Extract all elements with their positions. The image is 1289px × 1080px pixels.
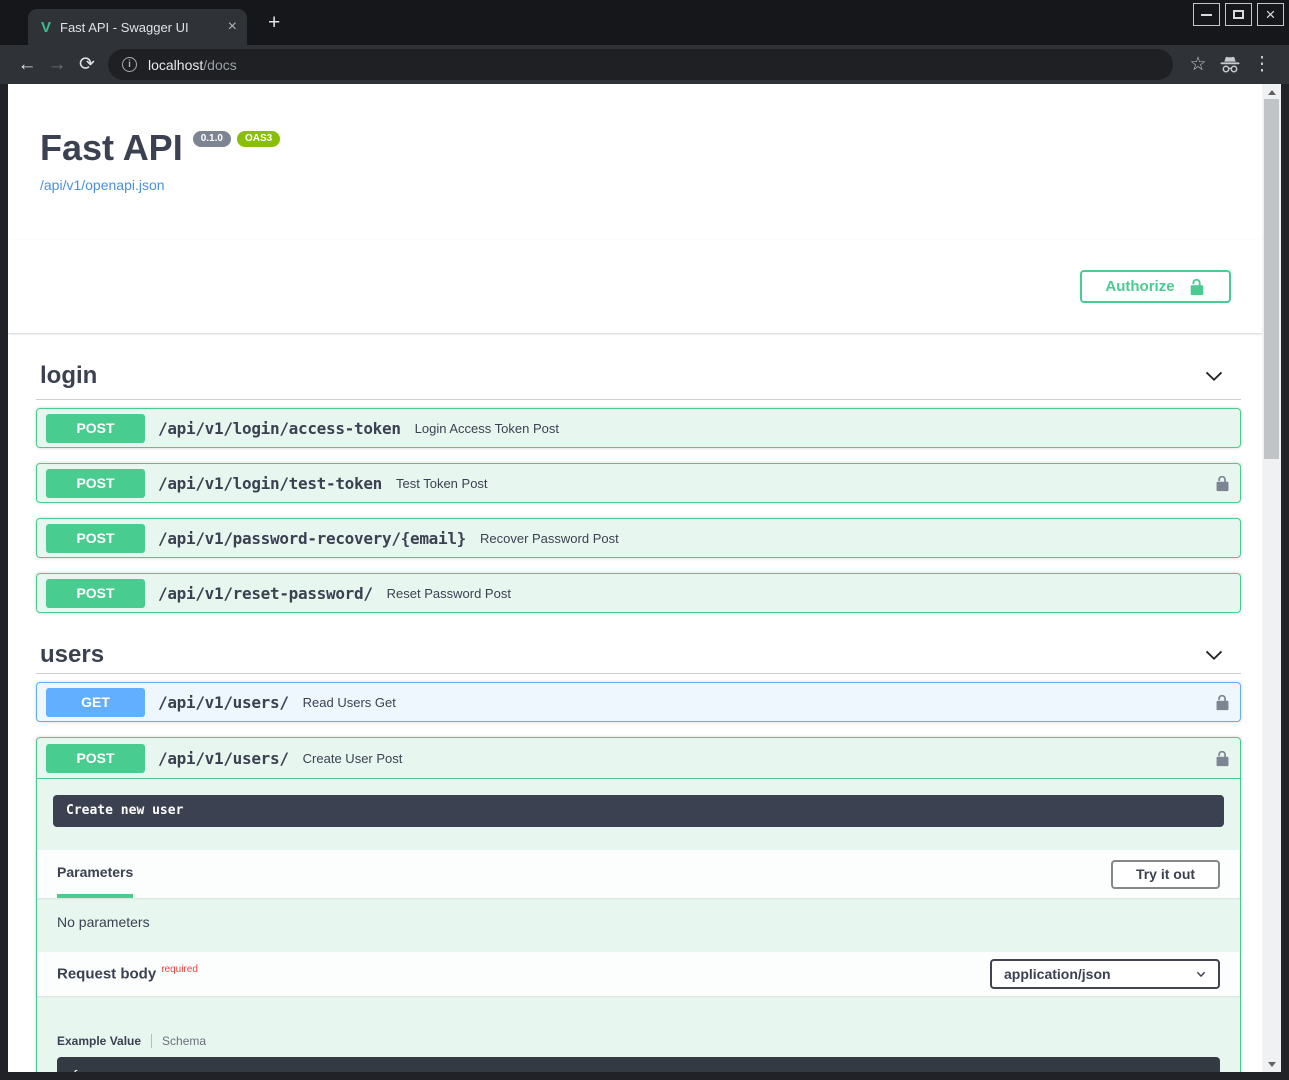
model-tabs: Example Value Schema — [57, 1033, 1220, 1049]
example-area: Example Value Schema { — [37, 996, 1240, 1072]
api-title-text: Fast API — [40, 128, 183, 168]
method-badge: POST — [46, 469, 145, 498]
window-controls: × — [1193, 3, 1284, 26]
method-badge: POST — [46, 579, 145, 608]
site-favicon-icon: V — [41, 19, 51, 36]
tab-schema[interactable]: Schema — [151, 1034, 206, 1048]
page-scrollbar[interactable] — [1262, 84, 1281, 1072]
minimize-button[interactable] — [1193, 3, 1220, 26]
api-info: Fast API 0.1.0 OAS3 /api/v1/openapi.json — [8, 84, 1262, 195]
operation-summary: Read Users Get — [303, 695, 396, 710]
browser-tab[interactable]: V Fast API - Swagger UI × — [28, 9, 247, 45]
maximize-button[interactable] — [1225, 3, 1252, 26]
page-content: Fast API 0.1.0 OAS3 /api/v1/openapi.json… — [8, 84, 1262, 1072]
operation-path: /api/v1/password-recovery/{email} — [158, 529, 466, 548]
operation-row-login-access-token[interactable]: POST /api/v1/login/access-token Login Ac… — [36, 408, 1241, 448]
request-body-label: Request body — [57, 966, 156, 983]
back-icon[interactable]: ← — [12, 54, 42, 76]
tab-example-value[interactable]: Example Value — [57, 1034, 141, 1048]
scheme-container: Authorize — [8, 240, 1262, 333]
reload-icon[interactable]: ⟳ — [72, 53, 102, 76]
operation-summary: Create User Post — [303, 751, 403, 766]
parameters-tab: Parameters — [57, 850, 133, 898]
unlocked-padlock-icon — [1188, 278, 1206, 296]
incognito-icon — [1213, 53, 1247, 77]
method-badge: POST — [46, 744, 145, 773]
unlocked-padlock-icon — [1214, 750, 1231, 767]
oas3-badge: OAS3 — [237, 131, 280, 147]
auth-lock-button[interactable] — [1214, 694, 1231, 711]
try-it-out-button[interactable]: Try it out — [1111, 860, 1220, 889]
scroll-up-icon[interactable] — [1262, 85, 1281, 99]
required-label: required — [161, 964, 198, 975]
section-title: users — [40, 641, 104, 669]
operation-summary: Login Access Token Post — [415, 421, 559, 436]
parameters-header: Parameters Try it out — [37, 850, 1240, 898]
operation-block-create-user: POST /api/v1/users/ Create User Post Cre… — [36, 737, 1241, 1072]
maximize-icon — [1233, 10, 1244, 19]
tab-close-icon[interactable]: × — [226, 19, 239, 35]
operation-path: /api/v1/reset-password/ — [158, 584, 373, 603]
media-type-select[interactable]: application/json — [990, 959, 1220, 989]
authorize-button[interactable]: Authorize — [1080, 270, 1231, 303]
operation-path: /api/v1/users/ — [158, 693, 289, 712]
operation-row-reset-password[interactable]: POST /api/v1/reset-password/ Reset Passw… — [36, 573, 1241, 613]
method-badge: POST — [46, 524, 145, 553]
operation-summary-row[interactable]: POST /api/v1/users/ Create User Post — [37, 738, 1240, 779]
tag-section-users: users GET /api/v1/users/ Read Users Get … — [36, 637, 1241, 1072]
chevron-down-icon — [1203, 365, 1237, 387]
auth-lock-button[interactable] — [1214, 750, 1231, 767]
scrollbar-thumb[interactable] — [1264, 99, 1279, 459]
scroll-down-icon[interactable] — [1262, 1057, 1281, 1071]
url-bar[interactable]: i localhost/docs — [108, 49, 1173, 80]
operation-row-login-test-token[interactable]: POST /api/v1/login/test-token Test Token… — [36, 463, 1241, 503]
url-text: localhost/docs — [148, 57, 237, 73]
close-button[interactable]: × — [1257, 3, 1284, 26]
new-tab-button[interactable]: + — [262, 10, 286, 36]
auth-lock-button[interactable] — [1214, 475, 1231, 492]
section-header-users[interactable]: users — [36, 637, 1241, 674]
url-host: localhost — [148, 57, 203, 73]
section-header-login[interactable]: login — [36, 353, 1241, 400]
tag-section-login: login POST /api/v1/login/access-token Lo… — [36, 353, 1241, 613]
media-type-value: application/json — [1004, 966, 1111, 982]
method-badge: POST — [46, 414, 145, 443]
browser-menu-icon[interactable]: ⋮ — [1247, 53, 1277, 76]
tab-title: Fast API - Swagger UI — [60, 20, 217, 35]
operation-summary: Recover Password Post — [480, 531, 619, 546]
operation-description: Create new user — [53, 795, 1224, 827]
operation-body: Create new user Parameters Try it out No… — [37, 795, 1240, 1072]
chevron-down-icon — [1195, 968, 1207, 980]
version-badge: 0.1.0 — [193, 131, 231, 147]
request-body-header: Request body required application/json — [37, 952, 1240, 996]
operation-summary: Reset Password Post — [387, 586, 511, 601]
minimize-icon — [1201, 14, 1212, 16]
no-parameters-text: No parameters — [37, 898, 1240, 945]
forward-icon[interactable]: → — [42, 54, 72, 76]
unlocked-padlock-icon — [1214, 694, 1231, 711]
section-title: login — [40, 362, 97, 390]
operation-row-password-recovery[interactable]: POST /api/v1/password-recovery/{email} R… — [36, 518, 1241, 558]
operation-path: /api/v1/login/test-token — [158, 474, 382, 493]
close-icon: × — [1266, 6, 1276, 23]
method-badge: GET — [46, 688, 145, 717]
page-title: Fast API 0.1.0 OAS3 — [40, 128, 1238, 168]
operation-path: /api/v1/users/ — [158, 749, 289, 768]
browser-toolbar: ← → ⟳ i localhost/docs ☆ ⋮ — [0, 45, 1289, 84]
example-code-block: { — [57, 1057, 1220, 1072]
site-info-icon[interactable]: i — [122, 57, 137, 72]
browser-titlebar: V Fast API - Swagger UI × + × — [0, 0, 1289, 45]
operation-summary: Test Token Post — [396, 476, 488, 491]
openapi-spec-link[interactable]: /api/v1/openapi.json — [40, 177, 165, 193]
operation-path: /api/v1/login/access-token — [158, 419, 401, 438]
unlocked-padlock-icon — [1214, 475, 1231, 492]
operation-row-read-users[interactable]: GET /api/v1/users/ Read Users Get — [36, 682, 1241, 722]
authorize-label: Authorize — [1105, 278, 1174, 295]
url-path: /docs — [203, 57, 236, 73]
bookmark-star-icon[interactable]: ☆ — [1183, 53, 1213, 76]
chevron-down-icon — [1203, 644, 1237, 666]
